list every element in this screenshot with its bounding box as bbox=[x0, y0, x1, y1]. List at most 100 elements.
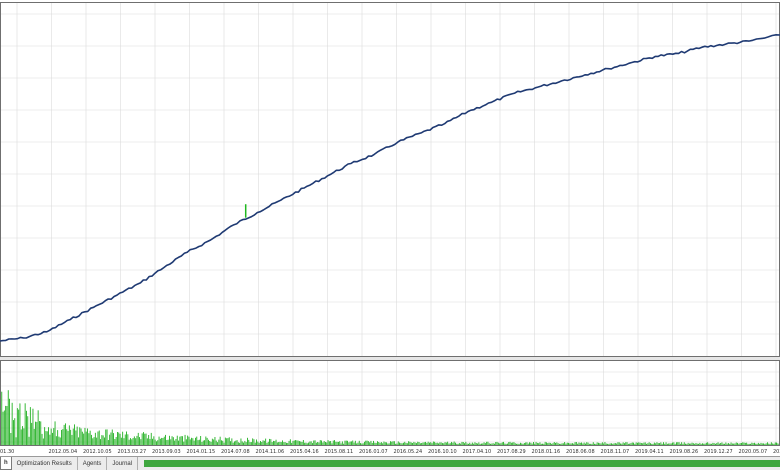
volume-bar bbox=[460, 443, 462, 445]
volume-bar bbox=[67, 430, 69, 445]
x-tick-label: 2020.10.08 bbox=[773, 449, 780, 455]
volume-bar bbox=[442, 443, 443, 445]
volume-bar bbox=[387, 443, 389, 445]
volume-bar bbox=[674, 443, 676, 445]
x-tick-label: 2017.04.10 bbox=[463, 449, 492, 455]
volume-bar bbox=[247, 437, 248, 445]
volume-bar bbox=[352, 440, 354, 445]
volume-bar bbox=[187, 435, 189, 445]
volume-bar bbox=[709, 443, 711, 445]
volume-bar bbox=[334, 440, 335, 445]
volume-bar bbox=[534, 443, 536, 445]
volume-bar bbox=[214, 437, 216, 445]
volume-bar bbox=[323, 441, 325, 445]
volume-bar bbox=[570, 443, 572, 445]
volume-bar bbox=[250, 442, 252, 445]
volume-bar bbox=[304, 442, 306, 445]
volume-bar bbox=[345, 440, 347, 445]
volume-bar bbox=[327, 440, 329, 445]
tab-journal-label: Journal bbox=[112, 460, 133, 467]
volume-bar bbox=[301, 441, 303, 445]
volume-bar bbox=[163, 436, 165, 445]
volume-bar bbox=[583, 442, 585, 445]
volume-bar bbox=[326, 442, 328, 445]
volume-bar bbox=[332, 440, 334, 445]
volume-bar bbox=[122, 431, 124, 445]
volume-bar bbox=[544, 441, 546, 445]
volume-bar bbox=[315, 442, 317, 445]
volume-bar bbox=[421, 443, 423, 445]
volume-bar bbox=[687, 442, 689, 445]
volume-bar bbox=[24, 403, 26, 445]
volume-bar bbox=[525, 442, 527, 445]
volume-bar bbox=[496, 441, 498, 445]
volume-bar bbox=[637, 442, 638, 445]
panel-splitter[interactable] bbox=[0, 357, 780, 360]
volume-bar bbox=[130, 438, 131, 445]
volume-bar bbox=[569, 443, 571, 445]
volume-bar bbox=[300, 441, 302, 445]
volume-bar bbox=[529, 442, 530, 445]
volume-bar bbox=[434, 441, 436, 445]
volume-bar bbox=[625, 442, 627, 445]
volume-bar bbox=[409, 441, 411, 445]
volume-bar bbox=[119, 433, 121, 445]
volume-bar bbox=[141, 433, 143, 445]
volume-bar bbox=[768, 443, 770, 445]
x-tick-label: 2016.05.24 bbox=[394, 449, 423, 455]
volume-bar bbox=[648, 442, 650, 445]
volume-bar bbox=[448, 443, 450, 445]
tab-graph[interactable]: h bbox=[0, 457, 12, 470]
volume-bar bbox=[439, 442, 441, 445]
volume-bar bbox=[503, 441, 504, 445]
volume-bar bbox=[188, 436, 190, 445]
volume-bar bbox=[618, 442, 620, 445]
volume-bar bbox=[638, 442, 640, 445]
progress-bar bbox=[144, 460, 780, 467]
volume-bar bbox=[89, 430, 91, 445]
volume-bar bbox=[209, 441, 211, 445]
volume-bar bbox=[777, 443, 779, 445]
volume-bar bbox=[423, 442, 425, 445]
volume-bar bbox=[310, 441, 312, 445]
volume-bar bbox=[23, 428, 25, 445]
volume-bar bbox=[748, 443, 750, 445]
volume-bar bbox=[148, 435, 150, 445]
volume-bar bbox=[237, 442, 239, 445]
volume-bar bbox=[396, 443, 398, 445]
volume-bar bbox=[257, 441, 259, 445]
volume-bar bbox=[391, 441, 393, 445]
tab-optimization-results[interactable]: Optimization Results bbox=[12, 457, 78, 470]
volume-bar bbox=[18, 409, 20, 445]
volume-bar bbox=[27, 416, 29, 445]
volume-bar bbox=[542, 443, 543, 445]
volume-bar bbox=[455, 442, 456, 445]
volume-bar bbox=[15, 437, 17, 445]
volume-bar bbox=[72, 428, 74, 445]
volume-bar bbox=[673, 442, 675, 445]
volume-bar bbox=[131, 439, 133, 445]
volume-bar bbox=[404, 441, 406, 445]
volume-bar bbox=[429, 442, 430, 445]
volume-bar bbox=[383, 441, 385, 445]
volume-bar bbox=[273, 440, 274, 445]
volume-bar bbox=[397, 441, 399, 445]
volume-bar bbox=[267, 441, 269, 445]
volume-bar bbox=[84, 427, 86, 445]
volume-bar bbox=[136, 435, 138, 445]
volume-bar bbox=[109, 434, 111, 445]
volume-bar bbox=[614, 443, 616, 445]
volume-bar bbox=[244, 440, 246, 445]
volume-bar bbox=[240, 438, 242, 445]
volume-bar bbox=[553, 442, 555, 445]
tab-journal[interactable]: Journal bbox=[107, 457, 139, 470]
tab-agents[interactable]: Agents bbox=[78, 457, 108, 470]
volume-bar bbox=[223, 442, 225, 445]
volume-bar bbox=[179, 436, 181, 445]
volume-bar bbox=[20, 429, 22, 445]
volume-bar bbox=[724, 443, 725, 445]
volume-bar bbox=[763, 443, 764, 445]
volume-bar bbox=[447, 441, 449, 445]
volume-chart-panel bbox=[0, 360, 780, 446]
volume-bar bbox=[384, 442, 386, 445]
